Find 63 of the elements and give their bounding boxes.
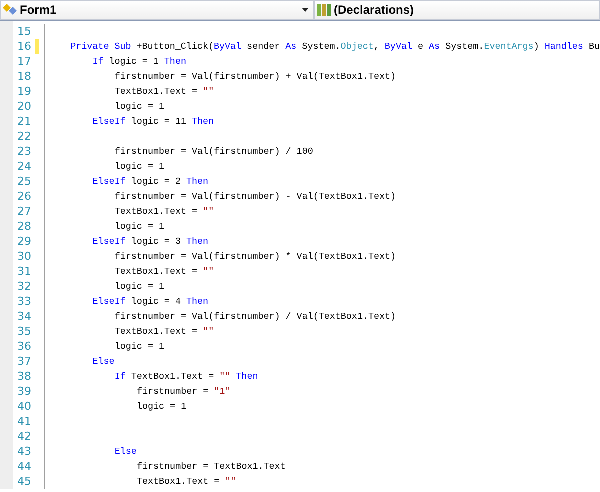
code-line: logic = 1 [114, 281, 164, 292]
code-line: TextBox1.Text = "" [114, 266, 214, 277]
line-number: 42 [16, 430, 32, 443]
code-line: ElseIf logic = 3 Then [92, 236, 209, 247]
line-number: 41 [16, 415, 32, 428]
code-line: logic = 1 [114, 341, 164, 352]
line-number: 22 [16, 130, 32, 143]
code-line: Else [114, 446, 137, 457]
code-line: ElseIf logic = 4 Then [92, 296, 209, 307]
line-number: 26 [16, 190, 32, 203]
code-line: firstnumber = Val(firstnumber) * Val(TextBox1.Text) [114, 251, 396, 262]
line-number: 35 [16, 325, 32, 338]
line-number: 21 [16, 115, 32, 128]
books-icon [316, 3, 332, 17]
code-line: firstnumber = Val(firstnumber) + Val(TextBox1.Text) [114, 71, 396, 82]
code-line: TextBox1.Text = "" [114, 326, 214, 337]
code-line: firstnumber = Val(firstnumber) / 100 [114, 146, 314, 157]
code-line: If logic = 1 Then [92, 56, 186, 67]
line-number: 43 [16, 445, 32, 458]
line-number: 18 [16, 70, 32, 83]
code-line: TextBox1.Text = "" [114, 206, 214, 217]
code-line: TextBox1.Text = "" [136, 476, 236, 487]
code-line: firstnumber = TextBox1.Text [136, 461, 286, 472]
code-line: If TextBox1.Text = "" Then [114, 371, 258, 382]
line-number: 34 [16, 310, 32, 323]
code-line: firstnumber = "1" [136, 386, 231, 397]
line-number: 15 [16, 25, 32, 38]
line-number: 25 [16, 175, 32, 188]
line-number: 16 [16, 40, 32, 53]
code-line: firstnumber = Val(firstnumber) - Val(TextBox1.Text) [114, 191, 396, 202]
code-line: logic = 1 [114, 161, 164, 172]
line-number: 40 [16, 400, 32, 413]
code-line: TextBox1.Text = "" [114, 86, 214, 97]
object-dropdown[interactable]: Form1 [0, 0, 314, 20]
code-line: firstnumber = Val(firstnumber) / Val(TextBox1.Text) [114, 311, 396, 322]
code-line: Else [92, 356, 115, 367]
line-number: 36 [16, 340, 32, 353]
line-number: 31 [16, 265, 32, 278]
line-number: 45 [16, 475, 32, 488]
line-number: 23 [16, 145, 32, 158]
dropdown-arrow-icon [302, 8, 309, 12]
line-number: 38 [16, 370, 32, 383]
code-line: ElseIf logic = 11 Then [92, 116, 214, 127]
line-number: 33 [16, 295, 32, 308]
code-line: Private Sub +Button_Click(ByVal sender As System.Object, ByVal e As System.EventArgs) Handles Bu [70, 41, 600, 52]
class-icon [2, 3, 18, 17]
line-number: 32 [16, 280, 32, 293]
line-number: 20 [16, 100, 32, 113]
code-line: logic = 1 [114, 101, 164, 112]
line-number: 24 [16, 160, 32, 173]
line-number: 27 [16, 205, 32, 218]
line-number: 30 [16, 250, 32, 263]
code-line: logic = 1 [114, 221, 164, 232]
line-number: 19 [16, 85, 32, 98]
code-line: logic = 1 [136, 401, 187, 412]
code-line: ElseIf logic = 2 Then [92, 176, 209, 187]
line-number: 28 [16, 220, 32, 233]
line-number: 17 [16, 55, 32, 68]
line-number: 39 [16, 385, 32, 398]
line-number: 37 [16, 355, 32, 368]
line-number: 29 [16, 235, 32, 248]
member-dropdown[interactable]: (Declarations) [314, 0, 600, 20]
line-number: 44 [16, 460, 32, 473]
